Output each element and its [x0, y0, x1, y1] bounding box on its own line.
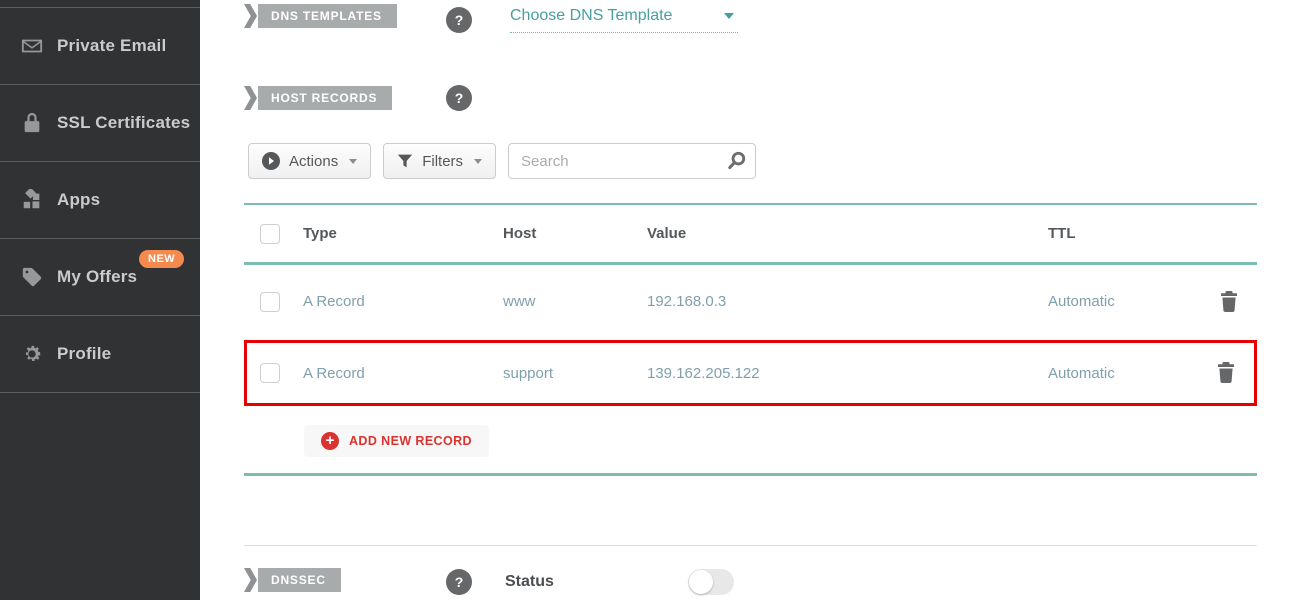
ribbon-chevron-icon: [244, 4, 257, 28]
select-all-checkbox[interactable]: [260, 224, 280, 244]
record-type: A Record: [303, 293, 503, 310]
row-checkbox[interactable]: [260, 363, 280, 383]
delete-record-button[interactable]: [1218, 290, 1240, 314]
record-ttl: Automatic: [1048, 293, 1201, 310]
dnssec-section: DNSSEC ? Status: [244, 568, 1257, 600]
sidebar-item-label: SSL Certificates: [57, 113, 190, 133]
trash-icon: [1219, 290, 1239, 312]
actions-button-label: Actions: [289, 153, 338, 170]
column-header-host: Host: [503, 225, 647, 242]
sidebar-item-profile[interactable]: Profile: [0, 316, 200, 393]
help-icon[interactable]: ?: [446, 569, 472, 595]
new-badge: NEW: [139, 250, 184, 268]
sidebar-item-label: Private Email: [57, 36, 166, 56]
ribbon-chevron-icon: [244, 568, 257, 592]
add-new-record-button[interactable]: + ADD NEW RECORD: [304, 425, 489, 457]
host-records-tag: HOST RECORDS: [244, 86, 392, 110]
trash-icon: [1216, 361, 1236, 383]
record-ttl: Automatic: [1048, 365, 1198, 382]
sidebar-item-apps[interactable]: Apps: [0, 162, 200, 239]
table-header-row: Type Host Value TTL: [244, 205, 1257, 265]
dnssec-tag: DNSSEC: [244, 568, 341, 592]
filter-icon: [397, 153, 413, 169]
record-host: www: [503, 293, 647, 310]
sidebar-item-label: Apps: [57, 190, 100, 210]
dns-templates-section: DNS TEMPLATES ? Choose DNS Template: [244, 4, 1257, 40]
column-header-ttl: TTL: [1048, 225, 1201, 242]
row-checkbox[interactable]: [260, 292, 280, 312]
search-box: [508, 143, 756, 179]
section-divider: [244, 473, 1257, 476]
add-record-row: + ADD NEW RECORD: [244, 425, 1257, 457]
column-header-value: Value: [647, 225, 1048, 242]
actions-button[interactable]: Actions: [248, 143, 371, 179]
help-icon[interactable]: ?: [446, 85, 472, 111]
delete-record-button[interactable]: [1215, 361, 1237, 385]
record-host: support: [503, 365, 647, 382]
table-row-highlighted: A Record support 139.162.205.122 Automat…: [244, 340, 1257, 406]
sidebar-item-my-offers[interactable]: My Offers NEW: [0, 239, 200, 316]
column-header-type: Type: [303, 225, 503, 242]
sidebar-item-label: My Offers: [57, 267, 137, 287]
host-records-table: Type Host Value TTL A Record www 192.168…: [244, 203, 1257, 476]
apps-icon: [20, 188, 44, 212]
search-input[interactable]: [508, 143, 756, 179]
tag-icon: [20, 265, 44, 289]
sidebar-item-ssl-certificates[interactable]: SSL Certificates: [0, 85, 200, 162]
dnssec-status-label: Status: [505, 573, 554, 591]
chevron-down-icon: [474, 159, 482, 164]
lock-icon: [20, 111, 44, 135]
chevron-down-icon: [349, 159, 357, 164]
dns-template-dropdown[interactable]: Choose DNS Template: [510, 7, 738, 33]
section-divider: [244, 545, 1257, 546]
mail-icon: [20, 34, 44, 58]
sidebar-item-private-email[interactable]: Private Email: [0, 8, 200, 85]
host-records-section: HOST RECORDS ?: [244, 86, 1257, 114]
host-records-toolbar: Actions Filters: [244, 143, 1257, 179]
sidebar-divider: [0, 0, 200, 8]
ribbon-chevron-icon: [244, 86, 257, 110]
dnssec-toggle[interactable]: [688, 569, 734, 595]
filters-button-label: Filters: [422, 153, 463, 170]
record-type: A Record: [303, 365, 503, 382]
chevron-down-icon: [724, 13, 734, 19]
plus-icon: +: [321, 432, 339, 450]
toggle-knob-icon: [689, 570, 713, 594]
help-icon[interactable]: ?: [446, 7, 472, 33]
table-row: A Record www 192.168.0.3 Automatic: [244, 265, 1257, 338]
dns-templates-tag: DNS TEMPLATES: [244, 4, 397, 28]
dns-template-dropdown-value: Choose DNS Template: [510, 7, 672, 25]
gear-icon: [20, 342, 44, 366]
play-circle-icon: [262, 152, 280, 170]
sidebar: Private Email SSL Certificates Apps My O…: [0, 0, 200, 600]
main-content: DNS TEMPLATES ? Choose DNS Template HOST…: [200, 0, 1300, 600]
sidebar-item-label: Profile: [57, 344, 111, 364]
record-value: 192.168.0.3: [647, 293, 1048, 310]
search-icon[interactable]: [726, 150, 747, 171]
add-new-record-label: ADD NEW RECORD: [349, 434, 472, 448]
record-value: 139.162.205.122: [647, 365, 1048, 382]
filters-button[interactable]: Filters: [383, 143, 496, 179]
